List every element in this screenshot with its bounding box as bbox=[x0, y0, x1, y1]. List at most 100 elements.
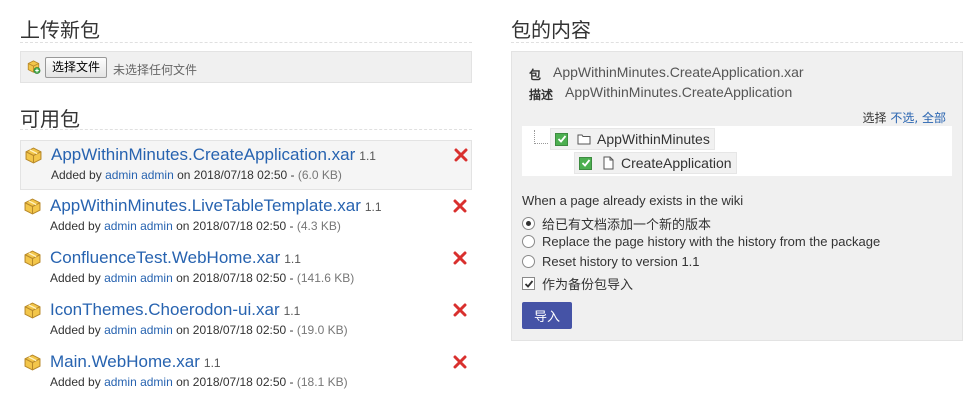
upload-title: 上传新包 bbox=[20, 18, 100, 42]
package-contents-panel: 包 AppWithinMinutes.CreateApplication.xar… bbox=[511, 51, 963, 341]
package-size: (6.0 KB) bbox=[297, 168, 342, 182]
available-title: 可用包 bbox=[20, 107, 80, 131]
author-link[interactable]: admin admin bbox=[104, 323, 173, 337]
check-icon bbox=[524, 279, 533, 288]
existing-page-question: When a page already exists in the wiki bbox=[522, 193, 744, 208]
delete-icon[interactable] bbox=[454, 148, 468, 162]
radio-add-version[interactable] bbox=[522, 217, 535, 230]
contents-title-divider bbox=[511, 42, 963, 43]
option-add-version[interactable]: 给已有文档添加一个新的版本 bbox=[522, 214, 711, 233]
package-row[interactable]: IconThemes.Choerodon-ui.xar 1.1 Added by a… bbox=[20, 296, 472, 346]
delete-icon[interactable] bbox=[453, 303, 467, 317]
option-reset-history-label: Reset history to version 1.1 bbox=[542, 254, 700, 269]
contents-title: 包的内容 bbox=[511, 18, 591, 42]
select-links: 选择 不选, 全部 bbox=[862, 109, 946, 126]
package-label: 包 bbox=[529, 68, 542, 82]
folder-icon bbox=[577, 134, 591, 145]
upload-package-icon bbox=[27, 60, 41, 74]
added-by-prefix: Added by bbox=[50, 271, 101, 285]
package-date: on 2018/07/18 02:50 - bbox=[176, 375, 294, 389]
package-meta: Added by admin admin on 2018/07/18 02:50… bbox=[50, 271, 354, 285]
package-date: on 2018/07/18 02:50 - bbox=[177, 168, 295, 182]
package-size: (141.6 KB) bbox=[296, 271, 355, 285]
delete-icon[interactable] bbox=[453, 355, 467, 369]
package-version: 1.1 bbox=[359, 149, 376, 163]
package-tree: AppWithinMinutes CreateApplication bbox=[522, 126, 952, 176]
package-meta: Added by admin admin on 2018/07/18 02:50… bbox=[50, 375, 348, 389]
package-icon bbox=[24, 250, 41, 267]
package-name: AppWithinMinutes.LiveTableTemplate.xar bbox=[50, 196, 361, 215]
package-name: IconThemes.Choerodon-ui.xar bbox=[50, 300, 280, 319]
option-replace-history-label: Replace the page history with the histor… bbox=[542, 234, 881, 249]
package-name-link[interactable]: Main.WebHome.xar 1.1 bbox=[50, 352, 221, 372]
package-meta: Added by admin admin on 2018/07/18 02:50… bbox=[50, 323, 348, 337]
package-row[interactable]: ConfluenceTest.WebHome.xar 1.1 Added by ad… bbox=[20, 244, 472, 294]
page-checkbox[interactable] bbox=[579, 156, 592, 170]
select-none-link[interactable]: 不选, bbox=[890, 111, 918, 125]
tree-connector bbox=[534, 130, 548, 144]
package-size: (4.3 KB) bbox=[296, 219, 341, 233]
package-name-link[interactable]: AppWithinMinutes.CreateApplication.xar 1.… bbox=[51, 145, 376, 165]
added-by-prefix: Added by bbox=[50, 219, 101, 233]
package-icon bbox=[24, 302, 41, 319]
package-row[interactable]: Main.WebHome.xar 1.1 Added by admin admin … bbox=[20, 348, 472, 398]
added-by-prefix: Added by bbox=[51, 168, 102, 182]
package-icon bbox=[24, 198, 41, 215]
author-link[interactable]: admin admin bbox=[104, 271, 173, 285]
package-meta: Added by admin admin on 2018/07/18 02:50… bbox=[51, 168, 342, 182]
added-by-prefix: Added by bbox=[50, 323, 101, 337]
author-link[interactable]: admin admin bbox=[104, 375, 173, 389]
page-icon bbox=[603, 156, 614, 170]
option-add-version-label: 给已有文档添加一个新的版本 bbox=[542, 217, 712, 232]
package-icon bbox=[25, 147, 42, 164]
import-button[interactable]: 导入 bbox=[522, 302, 572, 329]
tree-node-page[interactable]: CreateApplication bbox=[574, 152, 737, 174]
package-icon bbox=[24, 354, 41, 371]
package-name-link[interactable]: AppWithinMinutes.LiveTableTemplate.xar 1.… bbox=[50, 196, 382, 216]
package-version: 1.1 bbox=[283, 304, 301, 318]
package-value: AppWithinMinutes.CreateApplication.xar bbox=[553, 64, 804, 80]
package-version: 1.1 bbox=[364, 200, 382, 214]
package-version: 1.1 bbox=[203, 356, 221, 370]
space-checkbox[interactable] bbox=[555, 132, 568, 146]
package-row[interactable]: AppWithinMinutes.LiveTableTemplate.xar 1.… bbox=[20, 192, 472, 242]
check-icon bbox=[557, 135, 566, 143]
package-name-link[interactable]: IconThemes.Choerodon-ui.xar 1.1 bbox=[50, 300, 300, 320]
author-link[interactable]: admin admin bbox=[105, 168, 174, 182]
description-label: 描述 bbox=[529, 88, 554, 102]
page-label: CreateApplication bbox=[621, 155, 732, 171]
delete-icon[interactable] bbox=[453, 251, 467, 265]
space-label: AppWithinMinutes bbox=[597, 131, 710, 147]
choose-file-button[interactable]: 选择文件 bbox=[45, 57, 108, 78]
description-value: AppWithinMinutes.CreateApplication bbox=[565, 84, 793, 100]
package-row[interactable]: AppWithinMinutes.CreateApplication.xar 1.… bbox=[20, 140, 472, 190]
available-title-divider bbox=[20, 129, 472, 130]
package-name: ConfluenceTest.WebHome.xar bbox=[50, 248, 281, 267]
delete-icon[interactable] bbox=[453, 199, 467, 213]
package-date: on 2018/07/18 02:50 - bbox=[176, 323, 294, 337]
author-link[interactable]: admin admin bbox=[104, 219, 173, 233]
upload-box: 选择文件 未选择任何文件 bbox=[20, 51, 472, 83]
radio-replace-history[interactable] bbox=[522, 235, 535, 248]
package-name: AppWithinMinutes.CreateApplication.xar bbox=[51, 145, 356, 164]
backup-checkbox[interactable] bbox=[522, 277, 535, 290]
package-size: (19.0 KB) bbox=[296, 323, 348, 337]
select-prefix: 选择 bbox=[862, 111, 887, 125]
select-all-link[interactable]: 全部 bbox=[922, 111, 946, 125]
upload-title-divider bbox=[20, 42, 472, 43]
option-replace-history[interactable]: Replace the page history with the histor… bbox=[522, 234, 880, 249]
package-name-link[interactable]: ConfluenceTest.WebHome.xar 1.1 bbox=[50, 248, 301, 268]
package-date: on 2018/07/18 02:50 - bbox=[176, 271, 294, 285]
option-backup[interactable]: 作为备份包导入 bbox=[522, 274, 633, 293]
package-meta: Added by admin admin on 2018/07/18 02:50… bbox=[50, 219, 341, 233]
backup-label: 作为备份包导入 bbox=[542, 277, 634, 292]
added-by-prefix: Added by bbox=[50, 375, 101, 389]
option-reset-history[interactable]: Reset history to version 1.1 bbox=[522, 254, 700, 269]
check-icon bbox=[581, 159, 590, 167]
radio-reset-history[interactable] bbox=[522, 255, 535, 268]
package-date: on 2018/07/18 02:50 - bbox=[176, 219, 294, 233]
package-name: Main.WebHome.xar bbox=[50, 352, 200, 371]
tree-node-space[interactable]: AppWithinMinutes bbox=[550, 128, 715, 150]
file-status-text: 未选择任何文件 bbox=[113, 63, 198, 77]
package-size: (18.1 KB) bbox=[296, 375, 348, 389]
